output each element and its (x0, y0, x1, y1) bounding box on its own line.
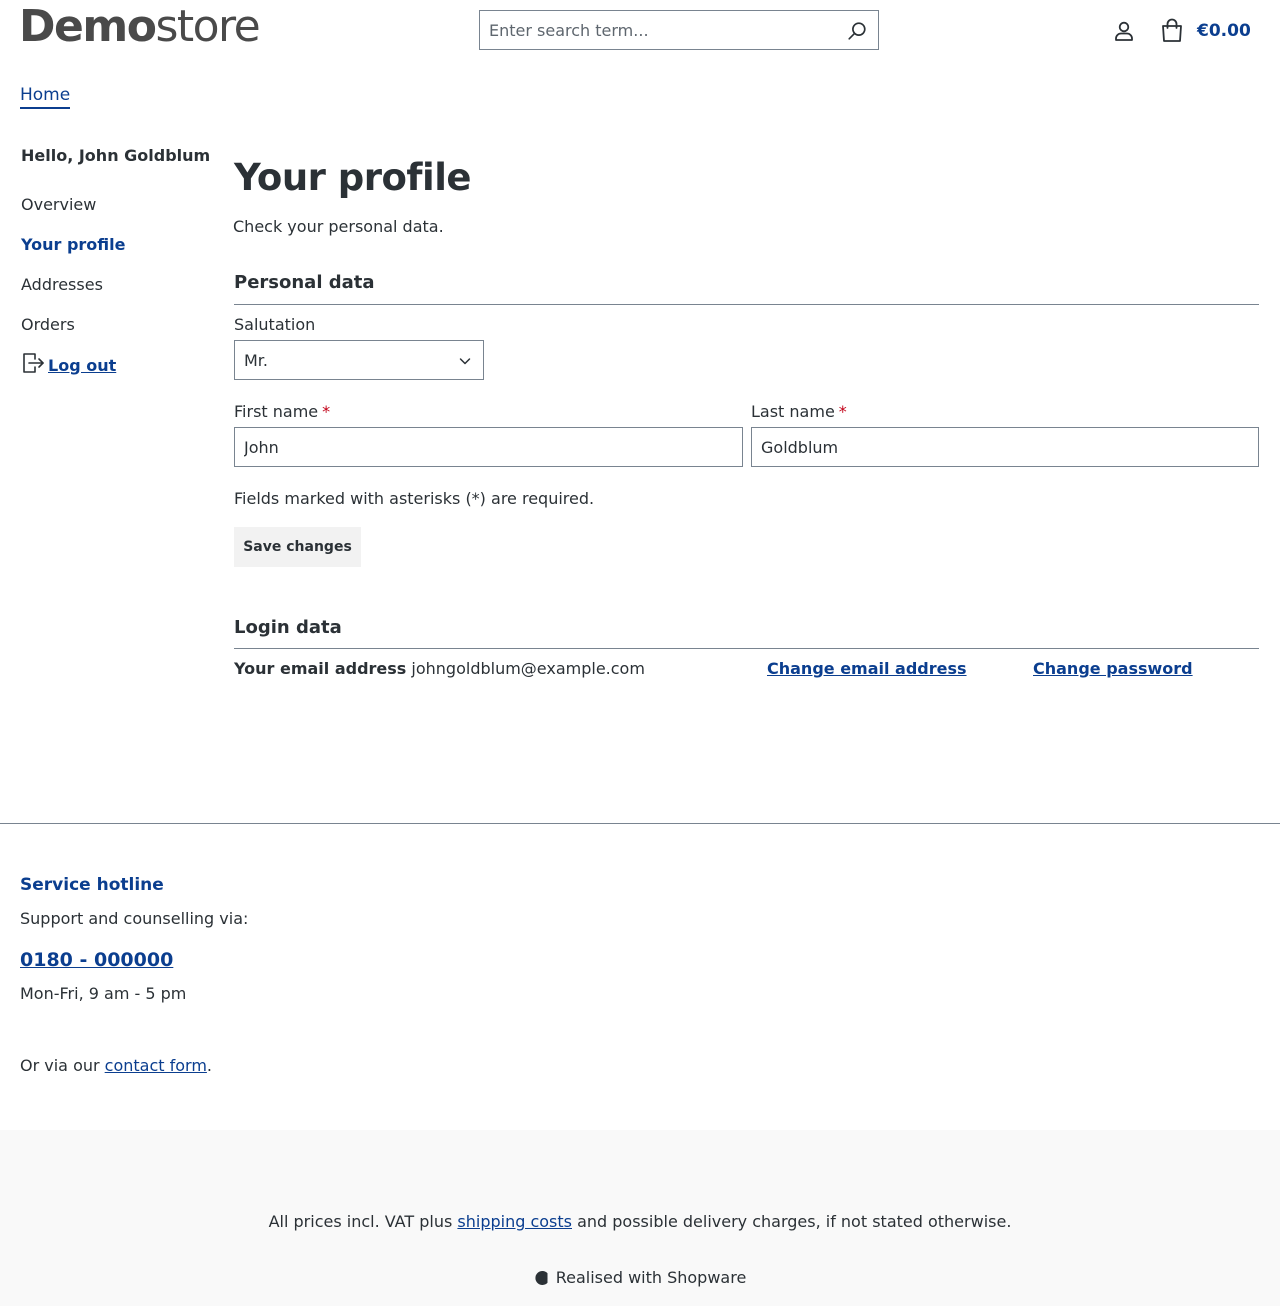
change-email-link[interactable]: Change email address (767, 659, 967, 678)
section-divider (234, 648, 1259, 649)
first-name-field[interactable] (234, 427, 743, 467)
service-hotline-heading: Service hotline (20, 875, 164, 895)
search-box (479, 10, 879, 50)
contact-prefix: Or via our (20, 1056, 105, 1075)
last-name-field[interactable] (751, 427, 1259, 467)
salutation-value: Mr. (244, 350, 268, 370)
last-name-label: Last name * (751, 402, 847, 421)
logo-light-text: store (155, 1, 260, 52)
sidebar-item-overview[interactable]: Overview (21, 195, 96, 214)
contact-line: Or via our contact form. (20, 1056, 212, 1075)
email-row: Your email address johngoldblum@example.… (234, 659, 645, 678)
salutation-select[interactable]: Mr. (234, 340, 484, 380)
hotline-subtitle: Support and counselling via: (20, 909, 249, 928)
save-changes-button[interactable]: Save changes (234, 527, 361, 567)
cart-button[interactable]: €0.00 (1158, 17, 1251, 45)
realised-text: Realised with Shopware (555, 1268, 747, 1287)
vat-suffix: and possible delivery charges, if not st… (572, 1212, 1012, 1231)
sidebar-item-addresses[interactable]: Addresses (21, 275, 103, 294)
page-subtitle: Check your personal data. (233, 217, 444, 236)
section-divider (234, 304, 1259, 305)
page-title: Your profile (234, 156, 472, 199)
required-asterisk: * (838, 402, 847, 421)
realised-with-shopware: Realised with Shopware (0, 1268, 1280, 1287)
contact-form-link[interactable]: contact form (105, 1056, 207, 1075)
contact-suffix: . (206, 1056, 213, 1075)
search-input[interactable] (480, 11, 830, 49)
login-data-heading: Login data (234, 617, 342, 638)
account-greeting: Hello, John Goldblum (21, 146, 211, 165)
sidebar-item-orders[interactable]: Orders (21, 315, 75, 334)
shopping-bag-icon (1158, 17, 1186, 45)
sidebar-item-your-profile[interactable]: Your profile (21, 235, 126, 254)
change-password-link[interactable]: Change password (1033, 659, 1193, 678)
email-label: Your email address (234, 659, 407, 678)
hotline-hours: Mon-Fri, 9 am - 5 pm (20, 984, 187, 1003)
required-fields-note: Fields marked with asterisks (*) are req… (234, 489, 595, 508)
search-icon[interactable] (846, 20, 868, 42)
cart-total: €0.00 (1197, 21, 1251, 41)
required-asterisk: * (322, 402, 331, 421)
first-name-label: First name * (234, 402, 330, 421)
logout-icon (21, 351, 45, 379)
first-name-label-text: First name (234, 402, 319, 421)
shopware-logo-icon (535, 1270, 548, 1285)
last-name-label-text: Last name (751, 402, 835, 421)
footer-divider (0, 823, 1280, 824)
account-icon[interactable] (1112, 19, 1136, 43)
logout-label[interactable]: Log out (48, 356, 116, 375)
store-logo[interactable]: Demostore (19, 1, 261, 52)
shipping-costs-link[interactable]: shipping costs (457, 1212, 572, 1231)
logout-link[interactable]: Log out (21, 351, 116, 379)
breadcrumb-home[interactable]: Home (20, 85, 71, 109)
logo-bold-text: Demo (19, 1, 157, 52)
salutation-label: Salutation (234, 315, 316, 334)
hotline-phone-link[interactable]: 0180 - 000000 (20, 949, 173, 971)
email-value: johngoldblum@example.com (411, 659, 645, 678)
vat-prefix: All prices incl. VAT plus (268, 1212, 458, 1231)
vat-notice: All prices incl. VAT plus shipping costs… (0, 1212, 1280, 1231)
personal-data-heading: Personal data (234, 272, 375, 293)
chevron-down-icon (459, 358, 471, 365)
